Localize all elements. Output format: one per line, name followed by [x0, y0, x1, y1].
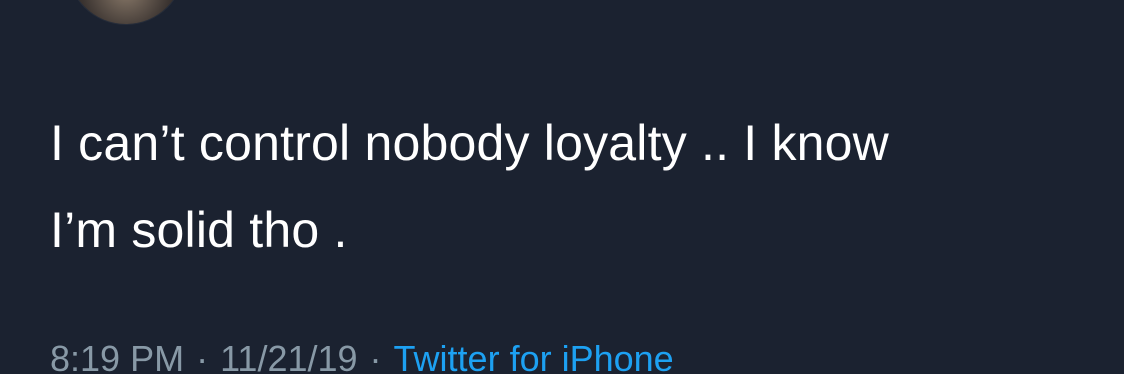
meta-separator: · [369, 338, 382, 374]
tweet-detail: I can’t control nobody loyalty .. I know… [0, 0, 1124, 374]
avatar[interactable] [68, 0, 184, 24]
tweet-date: 11/21/19 [220, 338, 358, 374]
tweet-text-line-2: I’m solid tho . [50, 202, 348, 258]
tweet-time: 8:19 PM [50, 338, 185, 374]
tweet-source-link[interactable]: Twitter for iPhone [394, 336, 674, 374]
meta-separator: · [196, 338, 209, 374]
tweet-text-line-1: I can’t control nobody loyalty .. I know [50, 115, 889, 171]
tweet-text: I can’t control nobody loyalty .. I know… [50, 100, 1090, 274]
tweet-meta: 8:19 PM · 11/21/19 · Twitter for iPhone [50, 336, 674, 374]
